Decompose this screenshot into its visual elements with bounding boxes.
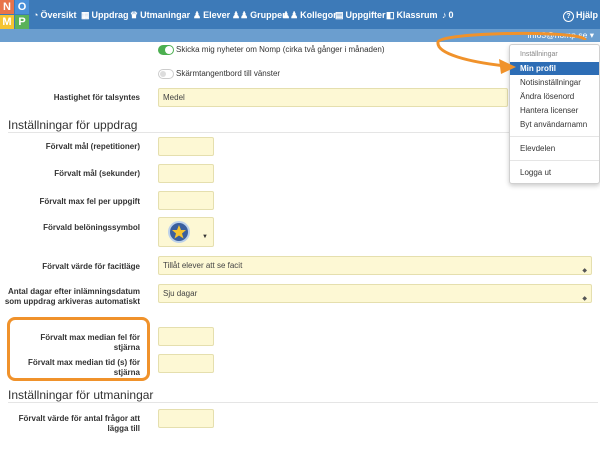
arrow-annotation — [436, 31, 587, 74]
